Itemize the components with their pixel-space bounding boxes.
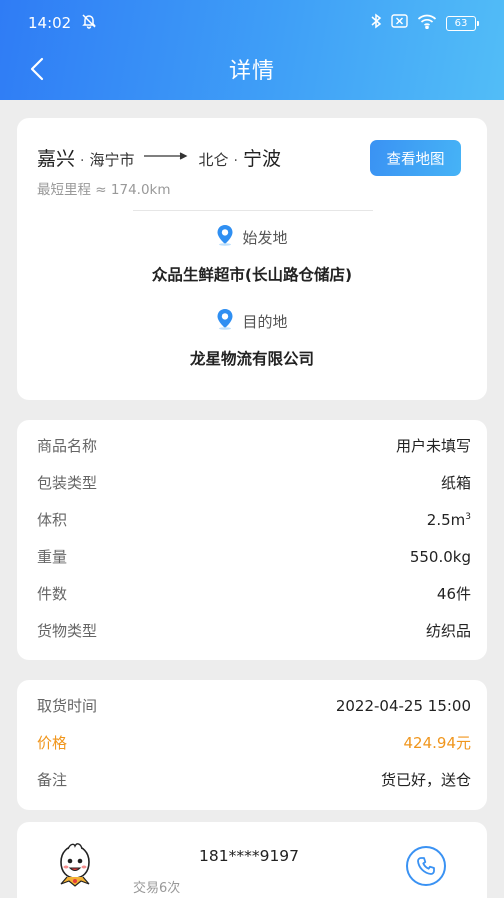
volume-row: 体积 2.5m3 [37,510,471,530]
dest-name: 龙星物流有限公司 [189,350,314,368]
chevron-left-icon [30,57,44,81]
wifi-icon [417,14,437,33]
sim-x-icon [391,14,408,32]
price-row: 价格 424.94元 [37,734,471,752]
goods-name-row: 商品名称 用户未填写 [37,437,471,455]
status-bar: 14:02 63 [0,0,504,46]
arrow-right-icon [144,145,188,164]
route-card: 嘉兴 · 海宁市 北仑 · 宁波 最短里程 ≈ 174.0km 查看地图 始发地… [17,118,487,400]
order-card: 取货时间 2022-04-25 15:00 价格 424.94元 备注 货已好，… [17,680,487,810]
distance-text: 最短里程 ≈ 174.0km [37,182,171,198]
weight-row: 重量 550.0kg [37,547,471,567]
package-type-row: 包装类型 纸箱 [37,474,471,492]
trade-count: 交易6次 [133,881,181,896]
pickup-time-row: 取货时间 2022-04-25 15:00 [37,696,471,716]
phone-icon [417,857,435,875]
dest-label-row: 目的地 [17,308,487,334]
divider [133,210,373,211]
bluetooth-icon [370,13,382,33]
route-line: 嘉兴 · 海宁市 北仑 · 宁波 [37,144,281,171]
view-map-button[interactable]: 查看地图 [370,140,461,176]
battery-icon: 63 [446,15,479,31]
status-time: 14:02 [28,14,72,32]
call-button[interactable] [406,846,446,886]
contact-card: 181****9197 交易6次 [17,822,487,898]
page-title: 详情 [228,59,275,84]
back-button[interactable] [20,52,54,86]
dest-district: 北仑 [198,151,229,169]
nav-bar: 详情 [0,46,504,92]
goods-card: 商品名称 用户未填写 包装类型 纸箱 体积 2.5m3 重量 550.0kg 件… [17,420,487,660]
location-pin-icon [216,308,234,334]
avatar [53,840,97,888]
origin-label-row: 始发地 [17,224,487,250]
location-pin-icon [216,224,234,250]
dest-city: 宁波 [242,148,281,170]
origin-city: 嘉兴 [37,148,76,170]
header: 14:02 63 详情 [0,0,504,100]
alarm-off-icon [81,13,97,33]
contact-phone: 181****9197 [199,847,300,865]
cargo-type-row: 货物类型 纺织品 [37,622,471,640]
origin-district: 海宁市 [89,151,135,169]
note-row: 备注 货已好，送仓 [37,771,471,789]
origin-name: 众品生鲜超市(长山路仓储店) [151,266,353,284]
count-row: 件数 46件 [37,585,471,603]
origin-label: 始发地 [242,228,288,247]
volume-value: 2.5m3 [426,510,471,529]
dest-label: 目的地 [242,312,288,331]
